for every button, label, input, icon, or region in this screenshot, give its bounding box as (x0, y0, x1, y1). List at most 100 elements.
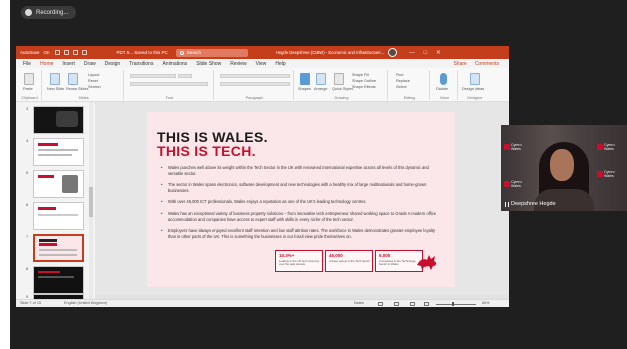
tab-view[interactable]: View (256, 61, 267, 67)
maximize-button[interactable]: □ (424, 50, 427, 56)
thumb-number: 4 (26, 138, 29, 143)
paste-icon[interactable] (24, 73, 34, 85)
paragraph-align-buttons[interactable] (220, 82, 290, 86)
find-button[interactable]: Find (396, 73, 403, 77)
share-button[interactable]: Share (453, 61, 466, 67)
group-voice: Dictate Voice (432, 70, 458, 100)
bullet-item: Wales has an exceptional variety of busi… (159, 211, 439, 222)
tab-home[interactable]: Home (40, 61, 54, 69)
close-button[interactable]: ✕ (436, 50, 441, 56)
avatar[interactable] (388, 48, 398, 57)
tab-file[interactable]: File (23, 61, 31, 67)
recording-indicator: Recording... (21, 6, 76, 19)
slide-counter: Slide 7 of 15 (20, 301, 42, 305)
font-size-box[interactable] (178, 74, 192, 78)
bullet-item: The sector in Wales spans electronics, s… (159, 182, 439, 193)
bullet-item: Wales punches well above its weight with… (159, 165, 439, 176)
paragraph-list-buttons[interactable] (220, 74, 290, 78)
microphone-icon[interactable] (440, 73, 447, 85)
thumb-number: 3 (26, 106, 29, 111)
document-title: PDT 5... Saved to this PC (116, 50, 168, 55)
stat-caption: Unique variety of the Tech Sector (329, 259, 371, 263)
section-button[interactable]: Section (88, 85, 101, 89)
tab-help[interactable]: Help (275, 61, 285, 67)
group-label-voice: Voice (439, 96, 450, 100)
group-paragraph: Paragraph (216, 70, 294, 100)
quick-styles-icon[interactable] (334, 73, 344, 85)
slide-thumbnail-8[interactable] (33, 266, 84, 294)
reading-view-icon[interactable] (410, 301, 415, 306)
tab-insert[interactable]: Insert (62, 61, 75, 67)
select-button[interactable]: Select (396, 85, 407, 89)
slide-thumbnail-3[interactable] (33, 106, 84, 134)
slide-bullet-list: Wales punches well above its weight with… (159, 165, 439, 245)
group-clipboard: Paste Clipboard (18, 70, 42, 100)
group-label-slides: Slides (78, 96, 89, 100)
search-box[interactable]: Search (175, 48, 248, 57)
shared-screen-powerpoint[interactable]: AutoSave On PDT 5... Saved to this PC Se… (16, 46, 509, 307)
scrollbar-thumb[interactable] (89, 187, 93, 217)
undo-icon[interactable] (63, 50, 69, 55)
dictate-label: Dictate (436, 87, 448, 91)
thumb-number: 6 (26, 202, 29, 207)
slide-thumbnail-4[interactable] (33, 138, 84, 166)
tab-draw[interactable]: Draw (84, 61, 96, 67)
record-icon (25, 9, 32, 16)
group-label-designer: Designer (467, 96, 483, 100)
font-name-box[interactable] (130, 74, 176, 78)
group-drawing: Shapes Arrange Quick Styles Shape Fill S… (296, 70, 388, 100)
layout-button[interactable]: Layout (88, 73, 99, 77)
group-label-drawing: Drawing (334, 96, 349, 100)
zoom-slider-track[interactable] (436, 303, 476, 305)
font-format-buttons[interactable] (130, 82, 208, 86)
zoom-slider-handle[interactable] (452, 302, 454, 306)
participant-video-tile[interactable]: Cymru Wales Cymru Wales Cymru Wales Cymr… (501, 125, 627, 211)
arrange-icon[interactable] (316, 73, 326, 85)
tab-design[interactable]: Design (105, 61, 121, 67)
shape-fill-button[interactable]: Shape Fill (352, 73, 369, 77)
start-from-beginning-icon[interactable] (81, 50, 87, 55)
search-icon (179, 50, 184, 55)
redo-icon[interactable] (72, 50, 78, 55)
quick-styles-label: Quick Styles (332, 87, 354, 91)
thumbnail-scrollbar[interactable] (89, 102, 93, 299)
reuse-slides-icon[interactable] (68, 73, 78, 85)
slide-show-icon[interactable] (424, 301, 429, 306)
normal-view-icon[interactable] (378, 301, 383, 306)
slide-sorter-icon[interactable] (394, 301, 399, 306)
design-ideas-icon[interactable] (470, 73, 480, 85)
minimize-button[interactable]: — (409, 50, 415, 56)
recording-label: Recording... (36, 9, 69, 16)
group-label-paragraph: Paragraph (245, 96, 264, 100)
shape-outline-button[interactable]: Shape Outline (352, 79, 376, 83)
reset-button[interactable]: Reset (88, 79, 98, 83)
bullet-item: Employers have always enjoyed excellent … (159, 228, 439, 239)
autosave-toggle[interactable]: On (44, 50, 50, 55)
shapes-icon[interactable] (300, 73, 310, 85)
slide-edit-area: THIS IS WALES. THIS IS TECH. Wales punch… (95, 102, 509, 299)
participant-name: Deepshree Hegde (511, 201, 556, 207)
language-indicator[interactable]: English (United Kingdom) (64, 301, 107, 305)
cymru-wales-logo: Cymru Wales (504, 143, 526, 157)
comments-button[interactable]: Comments (475, 61, 499, 67)
replace-button[interactable]: Replace (396, 79, 410, 83)
status-bar: Slide 7 of 15 English (United Kingdom) N… (16, 299, 509, 307)
zoom-level[interactable]: 66% (482, 301, 490, 305)
slide-thumbnail-7-selected[interactable] (33, 234, 84, 262)
shapes-label: Shapes (298, 87, 311, 91)
new-slide-icon[interactable] (50, 73, 60, 85)
slide-thumbnail-6[interactable] (33, 202, 84, 230)
stat-box: 45,000 Unique variety of the Tech Sector (325, 250, 373, 272)
participant-face (550, 149, 574, 181)
audio-level-icon (505, 201, 509, 207)
slide-thumbnail-5[interactable] (33, 170, 84, 198)
shape-effects-button[interactable]: Shape Effects (352, 85, 376, 89)
tab-animations[interactable]: Animations (162, 61, 187, 67)
current-slide[interactable]: THIS IS WALES. THIS IS TECH. Wales punch… (147, 112, 455, 287)
tab-review[interactable]: Review (230, 61, 246, 67)
notes-button[interactable]: Notes (354, 301, 364, 305)
save-icon[interactable] (54, 50, 60, 55)
tab-transitions[interactable]: Transitions (129, 61, 153, 67)
tab-slide-show[interactable]: Slide Show (196, 61, 221, 67)
cymru-wales-logo: Cymru Wales (504, 180, 526, 194)
